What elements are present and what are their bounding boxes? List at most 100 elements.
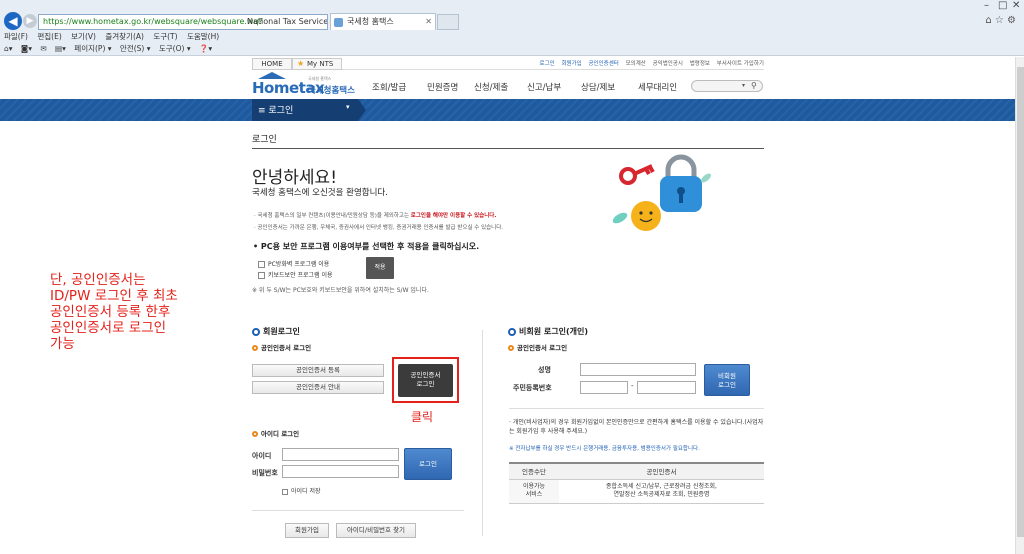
- star-icon: ★: [297, 59, 305, 68]
- address-bar[interactable]: https://www.hometax.go.kr/websquare/webs…: [38, 14, 328, 30]
- mynts-label: My NTS: [307, 60, 334, 68]
- print-icon[interactable]: ▤▾: [55, 44, 66, 53]
- save-id-checkbox[interactable]: 아이디 저장: [282, 486, 321, 495]
- minimize-icon[interactable]: –: [984, 0, 989, 11]
- nonmember-login-title: 비회원 로그인(개인): [519, 327, 588, 336]
- find-id-password-button[interactable]: 아이디/비밀번호 찾기: [336, 523, 416, 538]
- menu-help[interactable]: 도움말(H): [187, 32, 219, 41]
- rrn-separator: -: [631, 382, 634, 390]
- menu-file[interactable]: 파일(F): [4, 32, 28, 41]
- table-cell-services-label: 이용가능 서비스: [509, 480, 559, 504]
- nonmember-divider: [509, 408, 764, 409]
- chevron-down-icon[interactable]: ▾: [742, 81, 745, 91]
- favicon-icon: [334, 18, 343, 27]
- cert-guide-button[interactable]: 공인인증서 안내: [252, 381, 384, 394]
- favorites-star-icon[interactable]: ☆: [995, 15, 1004, 26]
- browser-tab[interactable]: 국세청 홈택스 ✕: [330, 13, 436, 30]
- firewall-checkbox[interactable]: PC방화벽 프로그램 이용: [258, 259, 329, 268]
- table-cell-services: 종합소득세 신고/납부, 근로장려금 신청조회, 연말정산 소득공제자료 조회,…: [559, 480, 764, 504]
- keyhole-slot-shape: [679, 193, 683, 203]
- join-button[interactable]: 회원가입: [285, 523, 329, 538]
- checkbox-box[interactable]: [282, 488, 288, 495]
- help-icon[interactable]: ❓▾: [199, 44, 212, 53]
- menu-edit[interactable]: 편집(E): [37, 32, 61, 41]
- search-icon[interactable]: ⚲: [751, 81, 757, 91]
- util-law-link[interactable]: 법령정보: [690, 61, 710, 67]
- settings-gear-icon[interactable]: ⚙: [1007, 15, 1016, 26]
- member-login-heading: 회원로그인: [252, 326, 300, 337]
- search-input[interactable]: ▾ ⚲: [691, 80, 763, 92]
- nonmember-login-button[interactable]: 비회원 로그인: [704, 364, 750, 396]
- util-login-link[interactable]: 로그인: [540, 61, 555, 67]
- register-cert-button[interactable]: 공인인증서 등록: [252, 364, 384, 377]
- gnb-item-filing[interactable]: 신고/납부: [527, 81, 561, 93]
- gnb-item-consult[interactable]: 상담/제보: [581, 81, 615, 93]
- utility-links: 로그인 회원가입 공인인증센터 모의계산 공익법인공시 법령정보 부서사이트 가…: [535, 59, 764, 67]
- apply-button[interactable]: 적용: [366, 257, 394, 279]
- scrollbar-thumb[interactable]: [1017, 67, 1024, 537]
- member-divider: [252, 510, 464, 511]
- cmd-tools[interactable]: 도구(O) ▾: [159, 44, 191, 53]
- member-cert-sub-label: 공인인증서 로그인: [261, 344, 312, 352]
- keyboard-security-checkbox[interactable]: 키보드보안 프로그램 이용: [258, 270, 333, 279]
- welcome-text: 국세청 홈택스에 오신것을 환영합니다.: [252, 188, 388, 198]
- name-input[interactable]: [580, 363, 696, 376]
- maximize-icon[interactable]: □: [998, 0, 1007, 11]
- cert-login-button[interactable]: 공인인증서 로그인: [398, 364, 453, 397]
- checkbox-box[interactable]: [258, 272, 265, 279]
- back-button[interactable]: ◀: [4, 12, 22, 30]
- gnb-item-agent[interactable]: 세무대리인: [638, 81, 677, 93]
- close-tab-icon[interactable]: ✕: [425, 14, 432, 30]
- logo-roof-shape: [258, 72, 286, 79]
- util-dept-link[interactable]: 부서사이트 가입하기: [717, 61, 764, 67]
- orange-bullet-icon: [508, 345, 514, 351]
- menu-tools[interactable]: 도구(T): [153, 32, 177, 41]
- cert-issue-notice: · 공인인증서는 가까운 은행, 우체국, 증권사에서 인터넷 뱅킹, 증권거래…: [254, 225, 504, 231]
- cmd-page[interactable]: 페이지(P) ▾: [74, 44, 111, 53]
- login-required-notice: · 국세청 홈택스의 일부 컨텐츠(이용안내/민원상담 등)을 제외하고는 로그…: [254, 211, 496, 219]
- rrn-front-input[interactable]: [580, 381, 628, 394]
- ring-bullet-icon: [508, 327, 516, 336]
- home-icon[interactable]: ⌂: [985, 15, 991, 26]
- util-public-link[interactable]: 공익법인공시: [653, 61, 683, 67]
- login-menu-label: ≡ 로그인: [258, 106, 294, 116]
- menu-wedge-shape: [358, 99, 366, 121]
- gnb-item-application[interactable]: 신청/제출: [474, 81, 508, 93]
- name-label: 성명: [538, 366, 551, 374]
- vertical-scrollbar[interactable]: [1015, 57, 1024, 554]
- column-divider: [482, 330, 483, 536]
- menu-view[interactable]: 보기(V): [71, 32, 96, 41]
- password-input[interactable]: [282, 465, 399, 478]
- member-login-title: 회원로그인: [263, 327, 300, 336]
- chevron-down-icon: ▾: [346, 103, 350, 111]
- hometax-logo[interactable]: Hometax 국세청 홈택스 국세청홈택스: [252, 72, 377, 100]
- key-shaft-shape: [633, 164, 655, 176]
- padlock-shackle-shape: [665, 154, 697, 178]
- id-login-button[interactable]: 로그인: [404, 448, 452, 480]
- sub-menu-band: [0, 99, 1015, 121]
- rrn-back-input[interactable]: [637, 381, 696, 394]
- forward-button[interactable]: ▶: [23, 14, 37, 28]
- new-tab-button[interactable]: [437, 14, 459, 30]
- checkbox-box[interactable]: [258, 261, 265, 268]
- util-calc-link[interactable]: 모의계산: [626, 61, 646, 67]
- home-tab[interactable]: HOME: [252, 58, 292, 70]
- util-cert-center-link[interactable]: 공인인증센터: [588, 61, 618, 67]
- feeds-icon[interactable]: ◙▾: [21, 44, 32, 53]
- save-id-label: 아이디 저장: [291, 488, 321, 495]
- login-menu-dropdown[interactable]: ≡ 로그인 ▾: [252, 99, 366, 121]
- cmd-safety[interactable]: 안전(S) ▾: [120, 44, 151, 53]
- util-join-link[interactable]: 회원가입: [561, 61, 581, 67]
- id-input[interactable]: [282, 448, 399, 461]
- command-bar: ⌂▾ ◙▾ ✉ ▤▾ 페이지(P) ▾ 안전(S) ▾ 도구(O) ▾ ❓▾: [4, 43, 218, 54]
- gnb-item-inquiry[interactable]: 조회/발급: [372, 81, 406, 93]
- gnb-item-certificate[interactable]: 민원증명: [427, 81, 458, 93]
- close-window-icon[interactable]: ✕: [1012, 0, 1020, 11]
- notice1-text: · 국세청 홈택스의 일부 컨텐츠(이용안내/민원상담 등)을 제외하고는: [254, 213, 411, 219]
- mynts-tab[interactable]: ★ My NTS: [292, 58, 342, 70]
- nonmember-cert-sub-label: 공인인증서 로그인: [517, 344, 568, 352]
- mail-icon[interactable]: ✉: [40, 44, 46, 53]
- home-cmd-icon[interactable]: ⌂▾: [4, 44, 13, 53]
- menu-favorites[interactable]: 즐겨찾기(A): [105, 32, 144, 41]
- leaf-icon: [612, 212, 628, 224]
